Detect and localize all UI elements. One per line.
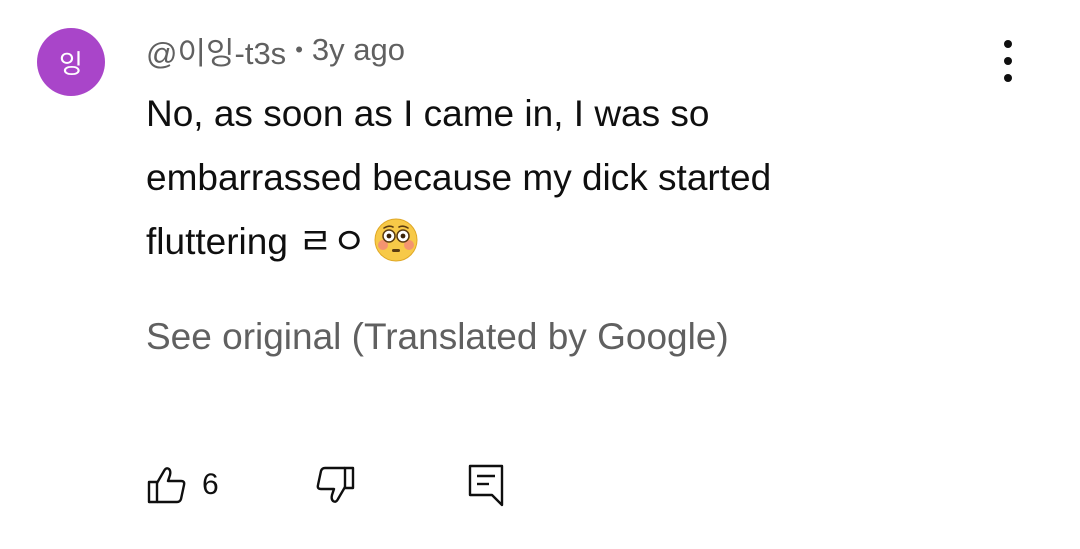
more-options-button[interactable] bbox=[992, 38, 1024, 84]
comment-text-line: No, as soon as I came in, I was so bbox=[146, 93, 710, 134]
comment-text-line-content: fluttering ㄹㅇ bbox=[146, 221, 367, 262]
avatar-initial: 잉 bbox=[59, 49, 83, 80]
comment-actions: 6 bbox=[146, 460, 546, 510]
comment-text-line: embarrassed because my dick started bbox=[146, 157, 772, 198]
flushed-face-emoji-icon bbox=[374, 218, 418, 262]
comment-item: 잉 @이잉-t3s • 3y ago No, as soon as I came… bbox=[0, 0, 1080, 549]
reply-comment-icon bbox=[466, 462, 506, 508]
reply-button[interactable] bbox=[466, 460, 506, 510]
like-button[interactable]: 6 bbox=[146, 460, 219, 510]
timestamp[interactable]: 3y ago bbox=[312, 32, 405, 68]
comment-header: @이잉-t3s • 3y ago bbox=[146, 28, 405, 73]
thumbs-down-icon bbox=[314, 464, 356, 506]
more-vertical-icon-dot bbox=[1004, 57, 1012, 65]
author-name[interactable]: @이잉-t3s bbox=[146, 28, 286, 73]
dislike-button[interactable] bbox=[314, 460, 356, 510]
see-original-link[interactable]: See original (Translated by Google) bbox=[146, 316, 729, 358]
separator-dot: • bbox=[295, 37, 303, 62]
comment-text: No, as soon as I came in, I was so embar… bbox=[146, 82, 1006, 274]
more-vertical-icon-dot bbox=[1004, 74, 1012, 82]
avatar[interactable]: 잉 bbox=[37, 28, 105, 96]
more-vertical-icon bbox=[1004, 40, 1012, 48]
comment-text-line-last: fluttering ㄹㅇ bbox=[146, 210, 1006, 274]
thumbs-up-icon bbox=[146, 464, 188, 506]
like-count: 6 bbox=[202, 468, 219, 501]
